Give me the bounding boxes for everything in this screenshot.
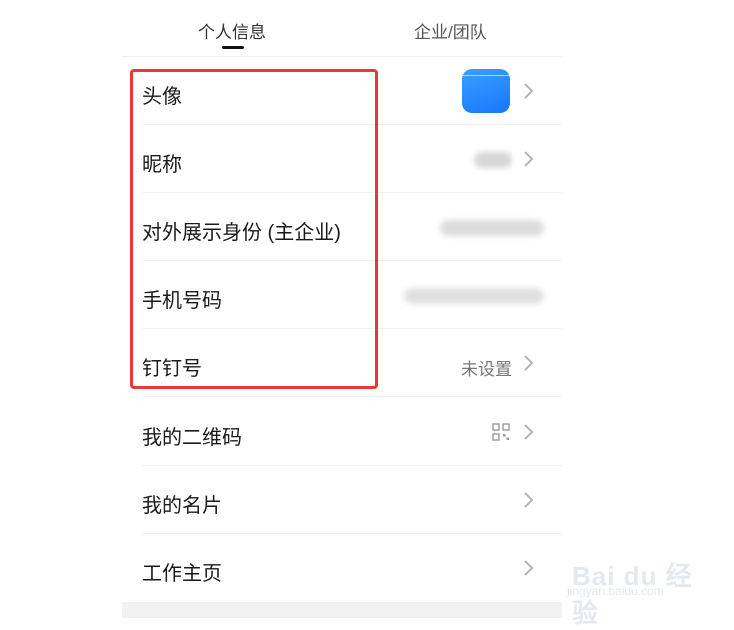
qr-code-icon — [492, 423, 510, 441]
row-label-business-card: 我的名片 — [142, 495, 222, 517]
row-dingtalk-id[interactable]: 钉钉号 未设置 — [122, 329, 562, 397]
row-work-homepage[interactable]: 工作主页 — [122, 534, 562, 602]
row-label-nickname: 昵称 — [142, 154, 182, 176]
watermark-url: jingyan.baidu.com — [567, 584, 664, 598]
profile-settings-panel: 个人信息 企业/团队 头像 昵称 对外展示身份 (主企业) 手机号码 钉钉号 未… — [122, 0, 562, 618]
row-label-phone: 手机号码 — [142, 290, 222, 312]
row-divider — [142, 396, 562, 397]
chevron-right-icon — [524, 151, 534, 167]
blurred-value — [440, 220, 544, 236]
tab-company-team[interactable]: 企业/团队 — [414, 18, 487, 43]
row-my-qr-code[interactable]: 我的二维码 — [122, 398, 562, 466]
row-nickname[interactable]: 昵称 — [122, 125, 562, 193]
row-label-external-identity: 对外展示身份 (主企业) — [142, 222, 341, 244]
bottom-gray-strip — [122, 602, 562, 618]
row-label-dingtalk-id: 钉钉号 — [142, 358, 202, 380]
chevron-right-icon — [524, 355, 534, 371]
chevron-right-icon — [524, 492, 534, 508]
row-external-identity[interactable]: 对外展示身份 (主企业) — [122, 193, 562, 261]
blurred-value — [404, 288, 544, 304]
row-label-avatar: 头像 — [142, 86, 182, 108]
chevron-right-icon — [524, 560, 534, 576]
active-tab-indicator — [222, 46, 244, 49]
tab-personal-info[interactable]: 个人信息 — [198, 18, 266, 43]
row-label-work-homepage: 工作主页 — [142, 563, 222, 585]
tab-bar: 个人信息 企业/团队 — [122, 0, 562, 57]
row-value-dingtalk-id: 未设置 — [461, 360, 512, 379]
baidu-jingyan-watermark: Bai du 经验 jingyan.baidu.com — [562, 540, 702, 628]
row-avatar[interactable]: 头像 — [122, 57, 562, 125]
chevron-right-icon — [524, 424, 534, 440]
row-label-qr-code: 我的二维码 — [142, 427, 242, 449]
row-phone-number[interactable]: 手机号码 — [122, 261, 562, 329]
chevron-right-icon — [524, 83, 534, 99]
avatar — [462, 69, 510, 113]
row-my-business-card[interactable]: 我的名片 — [122, 466, 562, 534]
blurred-value — [474, 152, 512, 168]
